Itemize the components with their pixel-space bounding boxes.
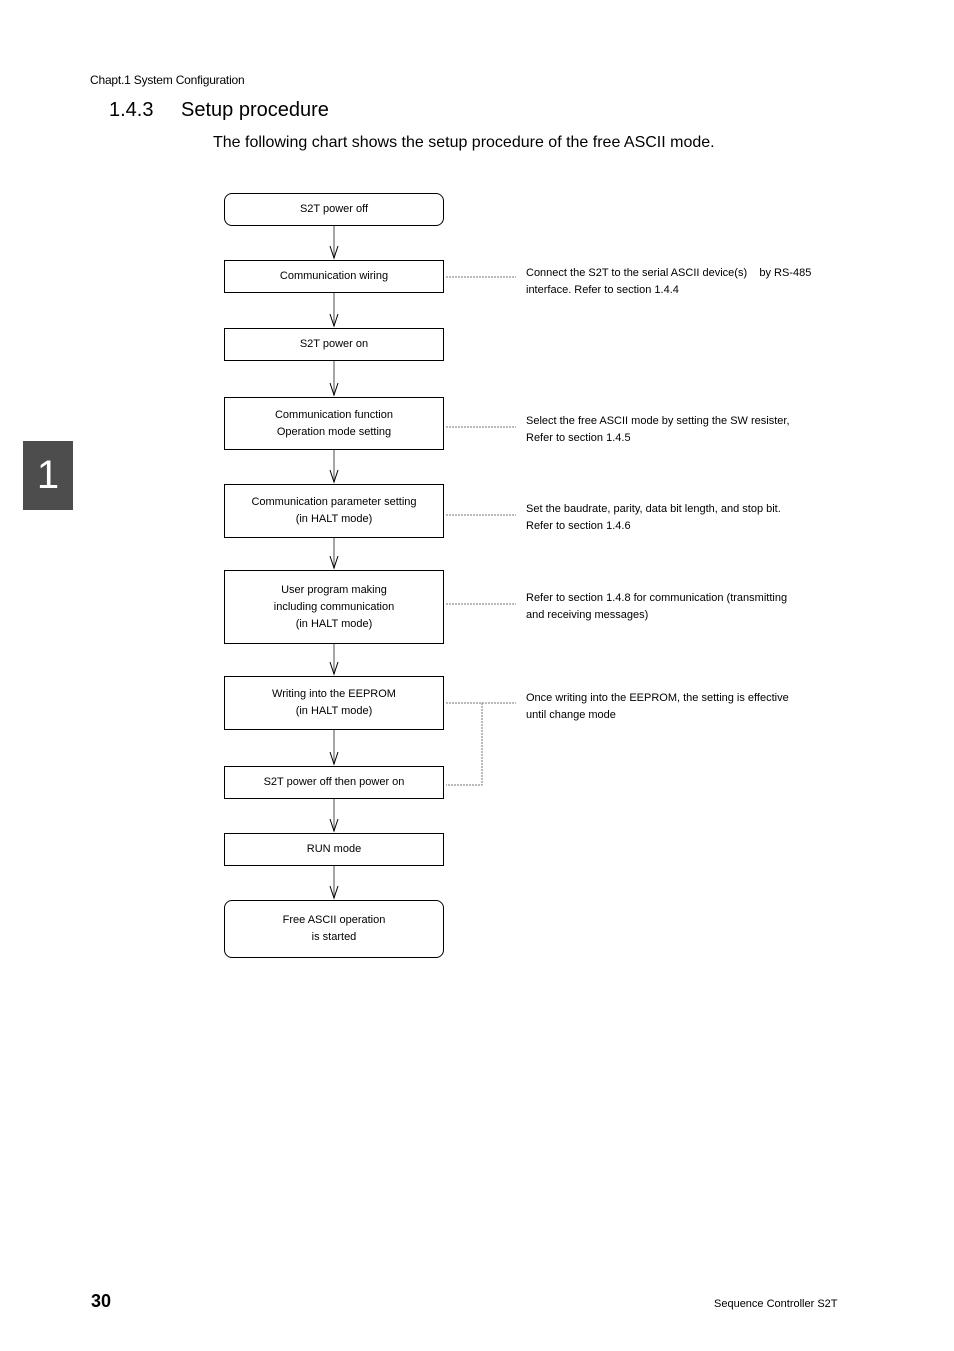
note-text: Select the free ASCII mode by setting th… bbox=[526, 415, 790, 427]
step-text: Communication function bbox=[274, 408, 393, 421]
document-title: Sequence Controller S2T bbox=[714, 1298, 838, 1310]
note-parameters: Set the baudrate, parity, data bit lengt… bbox=[526, 501, 826, 535]
step-text: RUN mode bbox=[306, 843, 362, 855]
note-text: interface. Refer to section 1.4.4 bbox=[526, 284, 679, 296]
step-text: S2T power off then power on bbox=[263, 776, 405, 788]
flow-step-communication-wiring: Communication wiring bbox=[224, 260, 444, 293]
step-text: Free ASCII operation bbox=[282, 914, 386, 926]
step-text: Operation mode setting bbox=[276, 425, 392, 438]
step-text: (in HALT mode) bbox=[295, 617, 373, 630]
step-text: Writing into the EEPROM bbox=[272, 688, 396, 700]
note-text: Set the baudrate, parity, data bit lengt… bbox=[526, 503, 781, 515]
flow-step-power-cycle: S2T power off then power on bbox=[224, 766, 444, 799]
flow-step-run-mode: RUN mode bbox=[224, 833, 444, 866]
note-eeprom: Once writing into the EEPROM, the settin… bbox=[526, 690, 826, 724]
step-text: Communication parameter setting bbox=[251, 496, 417, 508]
flow-step-eeprom-write: Writing into the EEPROM (in HALT mode) bbox=[224, 676, 444, 730]
note-text: Refer to section 1.4.6 bbox=[526, 520, 631, 532]
flow-step-user-program: User program making including communicat… bbox=[224, 570, 444, 644]
note-text: until change mode bbox=[526, 709, 616, 721]
flowchart-connectors bbox=[329, 226, 516, 900]
step-text: (in HALT mode) bbox=[295, 513, 373, 525]
note-user-program: Refer to section 1.4.8 for communication… bbox=[526, 590, 826, 624]
step-text: User program making bbox=[281, 583, 387, 596]
flow-step-operation-started: Free ASCII operation is started bbox=[224, 900, 444, 958]
step-text: S2T power on bbox=[299, 338, 369, 350]
flow-step-parameter-setting: Communication parameter setting (in HALT… bbox=[224, 484, 444, 538]
flow-step-power-on: S2T power on bbox=[224, 328, 444, 361]
note-leader-5-bracket bbox=[446, 703, 483, 786]
flow-step-power-off: S2T power off bbox=[224, 193, 444, 226]
note-text: and receiving messages) bbox=[526, 609, 649, 621]
step-text: is started bbox=[311, 931, 357, 943]
step-text: (in HALT mode) bbox=[295, 705, 373, 717]
note-text: Connect the S2T to the serial ASCII devi… bbox=[526, 267, 812, 279]
page-number: 30 bbox=[91, 1291, 112, 1311]
note-text: Refer to section 1.4.8 for communication… bbox=[526, 592, 788, 604]
note-operation-mode: Select the free ASCII mode by setting th… bbox=[526, 413, 826, 447]
note-text: Once writing into the EEPROM, the settin… bbox=[526, 692, 789, 704]
step-text: S2T power off bbox=[299, 203, 369, 215]
step-text: including communication bbox=[273, 600, 395, 613]
flow-step-operation-mode-setting: Communication function Operation mode se… bbox=[224, 397, 444, 450]
step-text: Communication wiring bbox=[279, 270, 389, 282]
note-text: Refer to section 1.4.5 bbox=[526, 432, 631, 444]
note-wiring: Connect the S2T to the serial ASCII devi… bbox=[526, 265, 826, 299]
